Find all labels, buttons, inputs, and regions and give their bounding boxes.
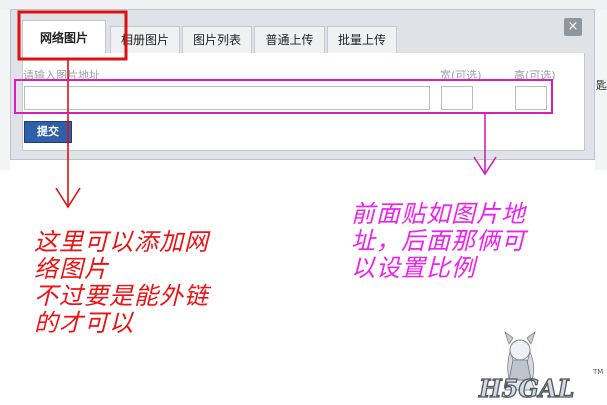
form-highlight-box	[14, 79, 553, 114]
svg-text:TM: TM	[592, 368, 603, 376]
right-note-line: 前面贴如图片地	[351, 200, 526, 228]
right-note-line: 址，后面那俩可	[351, 227, 526, 255]
left-note-line: 的才可以	[34, 309, 134, 337]
right-note-line: 以设置比例	[351, 254, 476, 282]
left-note-line: 这里可以添加网	[34, 228, 209, 256]
left-note-line: 络图片	[34, 255, 109, 283]
left-annotation-note: 这里可以添加网 络图片 不过要是能外链 的才可以	[34, 229, 209, 337]
svg-text:H5GAL: H5GAL	[478, 374, 574, 403]
tab-highlight-box	[17, 10, 128, 61]
right-annotation-note: 前面贴如图片地 址，后面那俩可 以设置比例	[351, 201, 526, 282]
h5gal-watermark-logo: H5GAL TM	[477, 330, 603, 404]
left-note-line: 不过要是能外链	[34, 282, 209, 310]
